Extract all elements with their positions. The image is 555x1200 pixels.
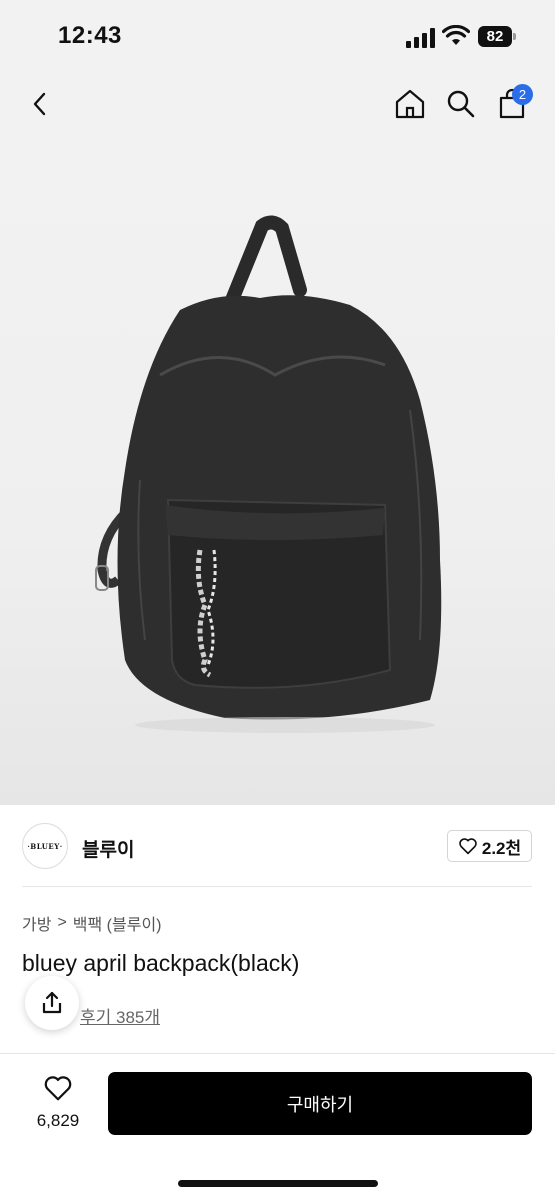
wishlist-button[interactable]: 6,829 [30, 1074, 86, 1131]
signal-icon [406, 28, 435, 48]
search-icon [447, 90, 475, 118]
share-icon [42, 991, 62, 1014]
home-indicator [178, 1180, 378, 1187]
brand-logo[interactable]: ·BLUEY· [22, 823, 68, 869]
brand-logo-text: ·BLUEY· [27, 841, 63, 851]
brand-like-button[interactable]: 2.2천 [447, 830, 532, 862]
cart-badge: 2 [512, 84, 533, 105]
status-bar: 12:43 82 [0, 0, 555, 70]
breadcrumb-separator: > [57, 914, 67, 931]
breadcrumb-category[interactable]: 가방 [22, 911, 51, 935]
search-button[interactable] [443, 86, 479, 122]
product-image[interactable] [0, 140, 555, 805]
heart-icon [44, 1076, 72, 1101]
cart-button[interactable]: 2 [494, 84, 533, 122]
buy-button[interactable]: 구매하기 [108, 1072, 532, 1135]
battery-icon: 82 [478, 26, 518, 47]
status-time: 12:43 [58, 22, 122, 49]
divider [0, 1053, 555, 1054]
review-link[interactable]: 후기 385개 [80, 1003, 160, 1028]
divider [22, 886, 532, 887]
battery-level: 82 [478, 26, 512, 47]
brand-row[interactable]: ·BLUEY· 블루이 2.2천 [0, 805, 555, 887]
share-button[interactable] [25, 976, 79, 1030]
home-button[interactable] [392, 86, 428, 122]
brand-like-count: 2.2천 [481, 838, 522, 858]
product-title: bluey april backpack(black) [22, 950, 300, 976]
back-button[interactable] [22, 86, 58, 122]
breadcrumb: 가방 > 백팩 (블루이) [22, 911, 162, 935]
wifi-icon [442, 25, 470, 45]
nav-bar: 2 [0, 70, 555, 140]
chevron-left-icon [33, 92, 46, 116]
buy-button-label: 구매하기 [286, 1094, 354, 1115]
backpack-image [95, 215, 442, 733]
home-icon [395, 89, 425, 119]
heart-icon [459, 838, 477, 855]
wishlist-count: 6,829 [36, 1111, 80, 1130]
breadcrumb-subcategory[interactable]: 백팩 (블루이) [73, 911, 162, 935]
brand-name[interactable]: 블루이 [82, 835, 134, 862]
